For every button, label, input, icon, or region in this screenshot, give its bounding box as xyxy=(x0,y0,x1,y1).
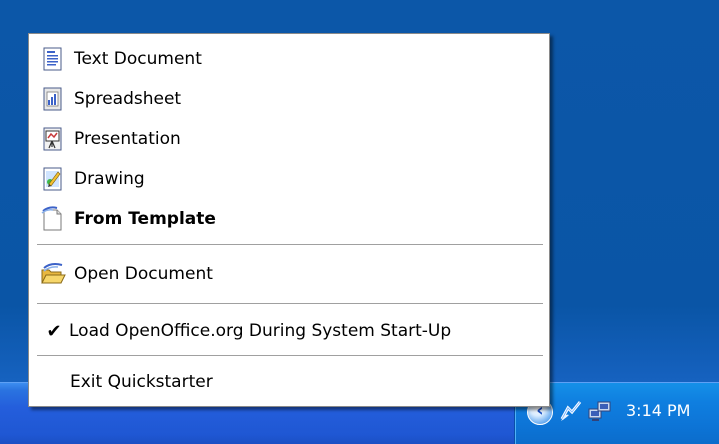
network-connection-icon[interactable] xyxy=(587,399,611,423)
menu-item-label: Open Document xyxy=(74,264,213,284)
template-icon xyxy=(38,204,68,234)
menu-separator xyxy=(37,355,543,357)
menu-item-label: Load OpenOffice.org During System Start-… xyxy=(69,321,452,341)
quickstarter-context-menu: Text Document Spreadsheet Presentation D… xyxy=(28,33,550,407)
menu-item-label: Spreadsheet xyxy=(74,89,182,109)
spreadsheet-icon xyxy=(38,84,68,114)
menu-item-from-template[interactable]: From Template xyxy=(33,199,545,239)
menu-separator xyxy=(37,303,543,305)
menu-item-label: Drawing xyxy=(74,169,145,189)
menu-item-label: Text Document xyxy=(74,49,202,69)
open-folder-icon xyxy=(38,259,68,289)
openoffice-quickstarter-icon[interactable] xyxy=(559,399,583,423)
menu-item-exit-quickstarter[interactable]: Exit Quickstarter xyxy=(33,362,545,402)
menu-item-label: From Template xyxy=(74,209,216,229)
drawing-icon xyxy=(38,164,68,194)
menu-item-spreadsheet[interactable]: Spreadsheet xyxy=(33,79,545,119)
text-document-icon xyxy=(38,44,68,74)
menu-separator xyxy=(37,244,543,246)
menu-item-load-on-startup[interactable]: ✔ Load OpenOffice.org During System Star… xyxy=(33,311,545,351)
checkmark-icon: ✔ xyxy=(46,320,62,342)
menu-item-label: Presentation xyxy=(74,129,181,149)
clock[interactable]: 3:14 PM xyxy=(626,401,690,420)
menu-item-open-document[interactable]: Open Document xyxy=(33,254,545,294)
menu-item-text-document[interactable]: Text Document xyxy=(33,39,545,79)
presentation-icon xyxy=(38,124,68,154)
menu-item-presentation[interactable]: Presentation xyxy=(33,119,545,159)
menu-item-drawing[interactable]: Drawing xyxy=(33,159,545,199)
menu-item-label: Exit Quickstarter xyxy=(70,372,213,392)
